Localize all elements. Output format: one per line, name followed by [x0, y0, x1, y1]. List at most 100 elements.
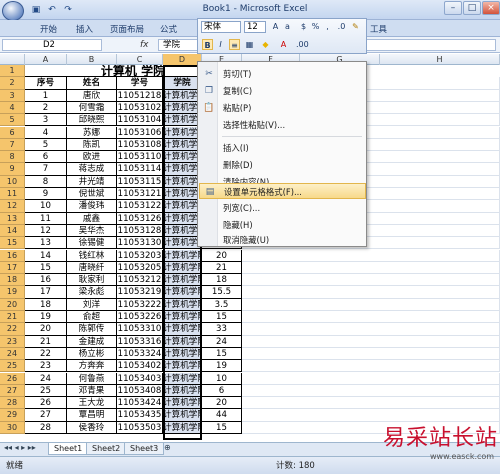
- sheet-tab-1[interactable]: Sheet1: [48, 443, 89, 455]
- cell[interactable]: 倪世斌: [67, 188, 117, 201]
- cell[interactable]: 11053424: [117, 397, 163, 410]
- cell[interactable]: 11053122: [117, 200, 163, 213]
- redo-icon[interactable]: ↷: [62, 4, 74, 16]
- cell[interactable]: 11053310: [117, 323, 163, 336]
- italic-icon[interactable]: I: [215, 39, 226, 50]
- cell[interactable]: 16: [25, 274, 67, 287]
- column-header-a[interactable]: A: [25, 54, 67, 65]
- row-header[interactable]: 21: [0, 311, 25, 324]
- cell[interactable]: 何雪霜: [67, 101, 117, 115]
- cell[interactable]: 王大龙: [67, 397, 117, 410]
- cell[interactable]: 15: [202, 421, 242, 434]
- cell[interactable]: 2: [25, 101, 67, 115]
- cell[interactable]: 11053316: [117, 335, 163, 348]
- maximize-button[interactable]: □: [463, 1, 481, 15]
- empty-cells[interactable]: [242, 397, 500, 410]
- row-header[interactable]: 7: [0, 138, 25, 152]
- cell[interactable]: 5: [25, 138, 67, 152]
- borders-icon[interactable]: ▦: [244, 39, 255, 50]
- cell[interactable]: 11053104: [117, 114, 163, 127]
- cell[interactable]: 11053130: [117, 237, 163, 250]
- empty-cells[interactable]: [242, 347, 500, 361]
- name-box[interactable]: D2: [2, 39, 102, 51]
- row-header[interactable]: 2: [0, 77, 25, 90]
- empty-cells[interactable]: [242, 384, 500, 398]
- cell[interactable]: 杨立彬: [67, 347, 117, 361]
- cell[interactable]: 18: [202, 274, 242, 287]
- cell[interactable]: 11053128: [117, 224, 163, 238]
- row-header[interactable]: 24: [0, 347, 25, 361]
- currency-icon[interactable]: $: [298, 21, 309, 32]
- sheet-tab-2[interactable]: Sheet2: [86, 443, 127, 455]
- shrink-font-icon[interactable]: a: [282, 21, 293, 32]
- cell[interactable]: 覃昌明: [67, 409, 117, 422]
- empty-cells[interactable]: [242, 274, 500, 287]
- menu-item-format-cells[interactable]: ▤ 设置单元格格式(F)...: [199, 183, 366, 199]
- comma-button[interactable]: ,: [322, 21, 333, 32]
- row-header[interactable]: 4: [0, 101, 25, 115]
- cell[interactable]: 24: [202, 335, 242, 348]
- tab-home[interactable]: 开始: [40, 23, 57, 35]
- cell[interactable]: 21: [25, 335, 67, 348]
- font-name-box[interactable]: 宋体: [201, 21, 241, 33]
- cell[interactable]: 计算机学院: [163, 261, 202, 275]
- cell[interactable]: 17: [25, 286, 67, 299]
- cell[interactable]: 邓青果: [67, 384, 117, 398]
- cell[interactable]: 计算机学院: [163, 274, 202, 287]
- select-all-corner[interactable]: [0, 54, 25, 65]
- row-header[interactable]: 3: [0, 89, 25, 102]
- cell[interactable]: 计算机学院: [163, 397, 202, 410]
- cell[interactable]: 14: [25, 249, 67, 262]
- sheet-nav-icon[interactable]: ◂◂ ◂ ▸ ▸▸: [4, 443, 36, 452]
- cell[interactable]: 21: [202, 261, 242, 275]
- cell[interactable]: 19: [202, 360, 242, 373]
- fx-icon[interactable]: fx: [140, 39, 156, 51]
- cell[interactable]: 26: [25, 397, 67, 410]
- cell[interactable]: 24: [25, 372, 67, 385]
- cell[interactable]: 计算机学院: [163, 249, 202, 262]
- column-header-c[interactable]: C: [117, 54, 163, 65]
- cell[interactable]: 何鲁燕: [67, 372, 117, 385]
- cell[interactable]: 11053226: [117, 311, 163, 324]
- cell[interactable]: 11053126: [117, 212, 163, 225]
- cell[interactable]: 钱红林: [67, 249, 117, 262]
- undo-icon[interactable]: ↶: [46, 4, 58, 16]
- cell[interactable]: 计算机学院: [163, 298, 202, 311]
- empty-cells[interactable]: [242, 372, 500, 385]
- cell[interactable]: 22: [25, 347, 67, 361]
- menu-item-copy[interactable]: ❐ 复制(C): [199, 83, 366, 99]
- cell[interactable]: 11053102: [117, 101, 163, 115]
- cell[interactable]: 金建成: [67, 335, 117, 348]
- cell[interactable]: 28: [25, 421, 67, 434]
- cell[interactable]: 11053115: [117, 175, 163, 188]
- cell[interactable]: 11: [25, 212, 67, 225]
- row-header[interactable]: 30: [0, 421, 25, 434]
- cell[interactable]: 8: [25, 175, 67, 188]
- cell[interactable]: 18: [25, 298, 67, 311]
- cell[interactable]: 15.5: [202, 286, 242, 299]
- cell[interactable]: 刘洋: [67, 298, 117, 311]
- cell[interactable]: 44: [202, 409, 242, 422]
- save-icon[interactable]: ▣: [30, 4, 42, 16]
- cell[interactable]: 11053108: [117, 138, 163, 152]
- cell[interactable]: 11053219: [117, 286, 163, 299]
- menu-item-unhide[interactable]: 取消隐藏(U): [199, 232, 366, 248]
- cell[interactable]: 11053205: [117, 261, 163, 275]
- cell[interactable]: 11053212: [117, 274, 163, 287]
- font-size-box[interactable]: 12: [244, 21, 266, 33]
- cell[interactable]: 15: [202, 311, 242, 324]
- cell[interactable]: 15: [25, 261, 67, 275]
- row-header[interactable]: 14: [0, 224, 25, 238]
- row-header[interactable]: 17: [0, 261, 25, 275]
- cell[interactable]: 11053402: [117, 360, 163, 373]
- menu-item-column-width[interactable]: 列宽(C)...: [199, 200, 366, 216]
- cell[interactable]: 11053222: [117, 298, 163, 311]
- menu-item-paste-special[interactable]: 选择性粘贴(V)...: [199, 117, 366, 133]
- cell[interactable]: 9: [25, 188, 67, 201]
- sheet-tab-3[interactable]: Sheet3: [124, 443, 165, 455]
- row-header[interactable]: 11: [0, 188, 25, 201]
- row-header[interactable]: 20: [0, 298, 25, 311]
- cell[interactable]: 4: [25, 126, 67, 139]
- empty-cells[interactable]: [242, 286, 500, 299]
- row-header[interactable]: 23: [0, 335, 25, 348]
